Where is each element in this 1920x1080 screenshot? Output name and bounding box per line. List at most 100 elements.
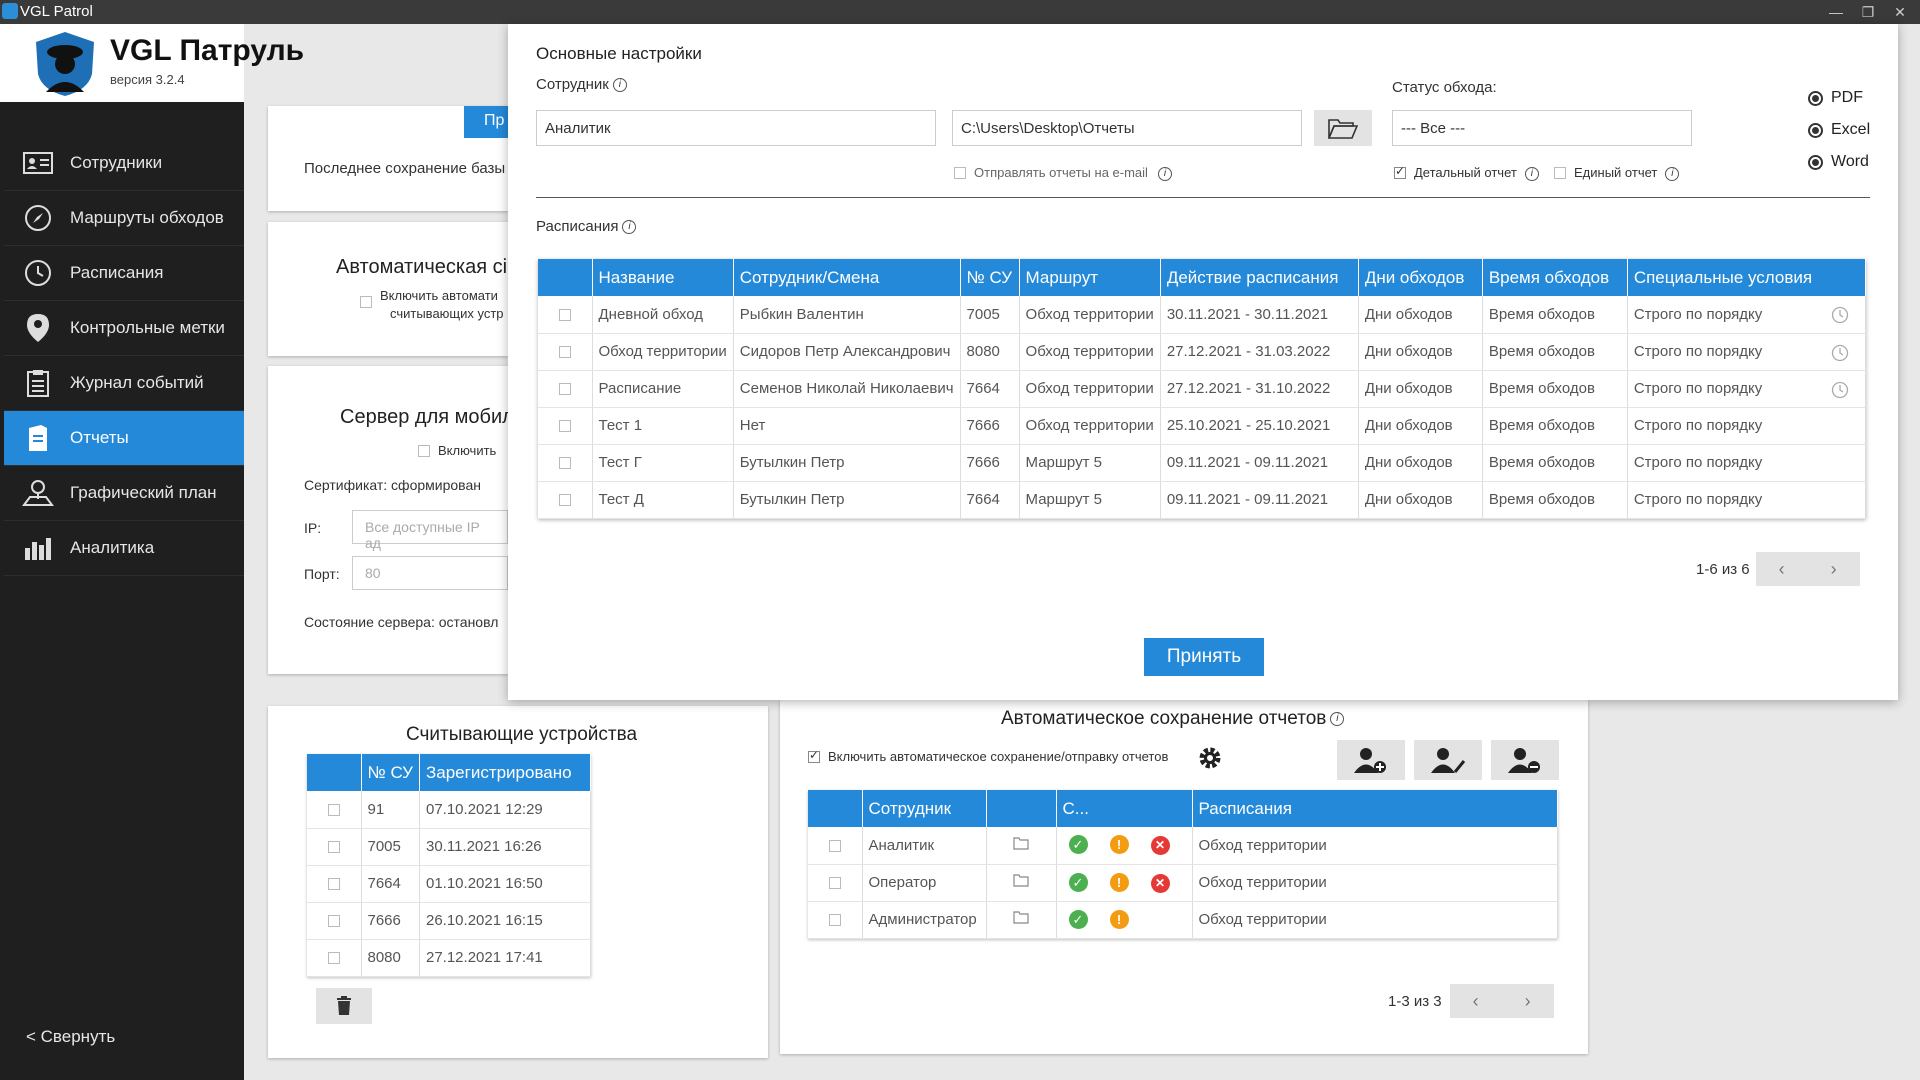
autosave-enable-checkbox[interactable]	[808, 748, 820, 763]
time-cell: Время обходов	[1482, 444, 1628, 482]
server-enable-checkbox[interactable]	[418, 445, 430, 457]
select-column-header	[808, 790, 863, 827]
table-row[interactable]: Тест Д Бутылкин Петр 7664 Маршрут 5 09.11.20…	[538, 481, 1867, 519]
row-select-cell	[538, 407, 593, 445]
employee-cell: Аналитик	[862, 827, 987, 865]
minimize-button[interactable]: —	[1823, 2, 1849, 22]
single-report-checkbox[interactable]	[1554, 167, 1566, 179]
employee-cell: Оператор	[862, 864, 987, 902]
status-warning-icon: !	[1109, 910, 1129, 929]
row-checkbox[interactable]	[327, 952, 340, 965]
condition-text: Строго по порядку	[1633, 491, 1763, 508]
row-checkbox[interactable]	[327, 803, 340, 816]
row-checkbox[interactable]	[327, 878, 340, 891]
table-row[interactable]: Расписание Семенов Николай Николаевич 7664…	[538, 370, 1867, 408]
table-row[interactable]: 91 07.10.2021 12:29	[307, 791, 592, 829]
info-icon[interactable]: i	[1665, 166, 1680, 181]
table-row[interactable]: Тест 1 Нет 7666 Обход территории 25.10.2021 …	[538, 407, 1867, 445]
sidebar-item-label: Журнал событий	[70, 373, 204, 392]
collapse-sidebar-link[interactable]: < Свернуть	[26, 1027, 115, 1047]
table-row[interactable]: 7664 01.10.2021 16:50	[307, 865, 592, 903]
maximize-button[interactable]: ❐	[1855, 2, 1881, 22]
format-excel-radio[interactable]: Excel	[1808, 121, 1870, 139]
backup-button[interactable]: Пр	[464, 106, 508, 138]
row-checkbox[interactable]	[558, 383, 571, 396]
table-row[interactable]: Дневной обход Рыбкин Валентин 7005 Обход те…	[538, 296, 1867, 334]
row-select-cell	[808, 901, 863, 939]
folder-icon[interactable]	[1013, 837, 1029, 850]
next-page-button[interactable]: ›	[1807, 552, 1860, 586]
reader-id-cell: 91	[361, 791, 420, 829]
send-email-checkbox[interactable]	[954, 167, 966, 179]
browse-folder-button[interactable]	[1314, 110, 1372, 146]
sidebar-item-event-log[interactable]: Журнал событий	[4, 356, 244, 411]
sidebar-item-checkpoints[interactable]: Контрольные метки	[4, 301, 244, 356]
folder-icon[interactable]	[1013, 911, 1029, 924]
detailed-report-checkbox[interactable]	[1394, 164, 1406, 179]
accept-button[interactable]: Принять	[1144, 638, 1264, 676]
folder-icon[interactable]	[1013, 874, 1029, 887]
format-pdf-radio[interactable]: PDF	[1808, 89, 1863, 107]
table-row[interactable]: Аналитик ✓! ✕ Обход территории	[808, 827, 1558, 865]
table-row[interactable]: 8080 27.12.2021 17:41	[307, 939, 592, 977]
port-input[interactable]: 80	[352, 556, 508, 590]
clock-icon[interactable]	[1831, 306, 1849, 328]
prev-page-button[interactable]: ‹	[1755, 552, 1808, 586]
sidebar-item-analytics[interactable]: Аналитика	[4, 521, 244, 576]
row-checkbox[interactable]	[828, 914, 841, 927]
sidebar-item-reports[interactable]: Отчеты	[4, 411, 244, 466]
row-checkbox[interactable]	[558, 457, 571, 470]
info-icon[interactable]: i	[622, 220, 637, 235]
reader-id-cell: 7005	[361, 828, 420, 866]
table-row[interactable]: 7666 26.10.2021 16:15	[307, 902, 592, 940]
table-row[interactable]: Обход территории Сидоров Петр Александров…	[538, 333, 1867, 371]
row-checkbox[interactable]	[828, 839, 841, 852]
edit-user-button[interactable]	[1414, 740, 1482, 780]
clock-icon[interactable]	[1831, 381, 1849, 403]
close-button[interactable]: ✕	[1887, 2, 1913, 22]
select-column-header	[307, 754, 362, 791]
ip-input[interactable]: Все доступные IP ад	[352, 510, 508, 551]
info-icon[interactable]: i	[612, 78, 627, 93]
remove-user-button[interactable]	[1491, 740, 1559, 780]
employee-select[interactable]: Аналитик	[536, 110, 936, 146]
table-row[interactable]: 7005 30.11.2021 16:26	[307, 828, 592, 866]
row-checkbox[interactable]	[327, 915, 340, 928]
table-row[interactable]: Администратор ✓! Обход территории	[808, 901, 1558, 939]
radio-label: Excel	[1831, 121, 1871, 138]
table-row[interactable]: Тест Г Бутылкин Петр 7666 Маршрут 5 09.11.20…	[538, 444, 1867, 482]
info-icon[interactable]: i	[1524, 166, 1539, 181]
add-user-button[interactable]	[1337, 740, 1405, 780]
info-icon[interactable]: i	[1157, 166, 1172, 181]
sidebar-item-routes[interactable]: Маршруты обходов	[4, 191, 244, 246]
route-cell: Обход территории	[1019, 407, 1161, 445]
next-page-button[interactable]: ›	[1501, 984, 1554, 1018]
sidebar-item-employees[interactable]: Сотрудники	[4, 136, 244, 191]
row-checkbox[interactable]	[558, 494, 571, 507]
send-email-label-text: Отправлять отчеты на e-mail	[974, 165, 1148, 180]
window-title: VGL Patrol	[20, 3, 93, 20]
row-checkbox[interactable]	[327, 841, 340, 854]
clock-icon[interactable]	[1831, 344, 1849, 366]
info-icon[interactable]: i	[1330, 711, 1345, 726]
sidebar-item-graphic-plan[interactable]: Графический план	[4, 466, 244, 521]
prev-page-button[interactable]: ‹	[1449, 984, 1502, 1018]
compass-icon	[22, 202, 54, 234]
auto-sync-checkbox[interactable]	[360, 296, 372, 308]
detailed-report-label-text: Детальный отчет	[1414, 165, 1517, 180]
delete-reader-button[interactable]	[316, 988, 372, 1024]
row-checkbox[interactable]	[558, 346, 571, 359]
employee-cell: Нет	[733, 407, 961, 445]
sidebar-item-schedules[interactable]: Расписания	[4, 246, 244, 301]
user-remove-icon	[1508, 748, 1540, 773]
row-checkbox[interactable]	[558, 420, 571, 433]
row-checkbox[interactable]	[558, 308, 571, 321]
folder-cell	[986, 864, 1057, 902]
report-path-input[interactable]: C:\Users\Desktop\Отчеты	[952, 110, 1302, 146]
status-select[interactable]: --- Все ---	[1392, 110, 1692, 146]
row-checkbox[interactable]	[828, 877, 841, 890]
gear-icon[interactable]	[1198, 746, 1222, 770]
table-row[interactable]: Оператор ✓! ✕ Обход территории	[808, 864, 1558, 902]
route-cell: Обход территории	[1019, 333, 1161, 371]
format-word-radio[interactable]: Word	[1808, 153, 1869, 171]
